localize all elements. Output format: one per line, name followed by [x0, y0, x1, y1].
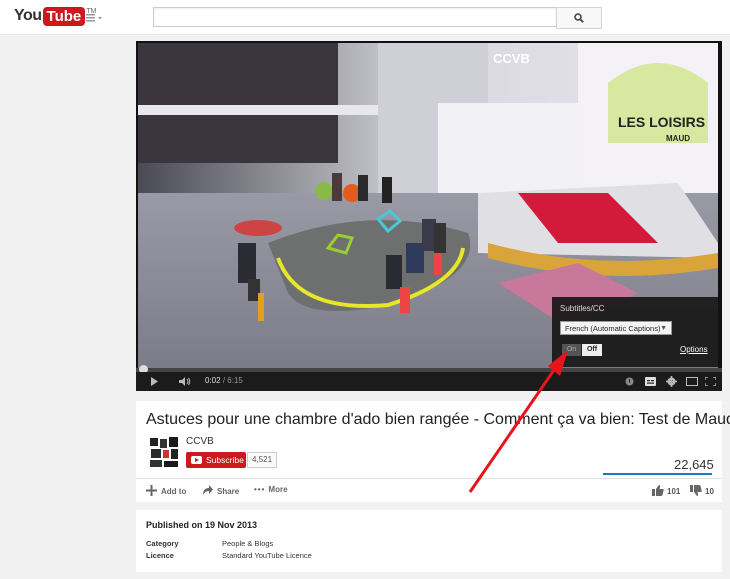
- licence-label: Licence: [146, 551, 174, 560]
- category-value[interactable]: People & Blogs: [222, 539, 273, 548]
- like-button[interactable]: 101: [652, 485, 680, 496]
- share-button[interactable]: Share: [202, 485, 239, 496]
- subscriber-count: 4,521: [247, 452, 278, 468]
- dislike-count: 10: [705, 487, 714, 496]
- subscribe-button[interactable]: Subscribe: [186, 452, 246, 468]
- youtube-logo[interactable]: You Tube TM: [14, 6, 96, 26]
- like-count: 101: [667, 487, 681, 496]
- logo-you-text: You: [14, 7, 42, 24]
- dislike-button[interactable]: 10: [690, 485, 714, 496]
- player-control-bar: 0:02 / 6:15: [136, 372, 722, 391]
- masthead: You Tube TM: [0, 0, 730, 35]
- publish-date: Published on 19 Nov 2013: [146, 520, 258, 530]
- volume-icon[interactable]: [179, 377, 191, 386]
- chevron-down-icon: ▼: [660, 325, 667, 332]
- category-label: Category: [146, 539, 179, 548]
- channel-avatar[interactable]: [148, 435, 180, 469]
- fullscreen-icon[interactable]: [705, 377, 716, 386]
- time-display: 0:02 / 6:15: [205, 376, 243, 385]
- search-input[interactable]: [153, 7, 557, 27]
- add-to-label: Add to: [161, 487, 187, 496]
- subtitles-menu: Subtitles/CC French (Automatic Captions)…: [552, 297, 718, 367]
- video-sign-line1: LES LOISIRS: [618, 114, 705, 130]
- caption-language-select[interactable]: French (Automatic Captions) ▼: [560, 321, 672, 335]
- divider: [136, 478, 722, 479]
- captions-icon[interactable]: [645, 377, 656, 386]
- subscribe-label: Subscribe: [206, 455, 244, 465]
- youtube-play-icon: [191, 456, 202, 464]
- time-duration: 6:15: [227, 376, 243, 385]
- annotations-icon[interactable]: [625, 377, 634, 386]
- video-title: Astuces pour une chambre d'ado bien rang…: [146, 411, 730, 428]
- add-to-button[interactable]: Add to: [146, 485, 186, 496]
- logo-tube-text: Tube: [42, 6, 86, 26]
- captions-on-button[interactable]: On: [562, 344, 581, 356]
- settings-gear-icon[interactable]: [666, 376, 677, 387]
- channel-name-link[interactable]: CCVB: [186, 436, 214, 447]
- theater-mode-icon[interactable]: [686, 377, 698, 386]
- captions-off-button[interactable]: Off: [582, 344, 602, 356]
- more-dots-icon: •••: [254, 485, 266, 494]
- guide-menu-icon[interactable]: [86, 12, 104, 24]
- more-label: More: [268, 485, 288, 494]
- play-icon[interactable]: [150, 377, 159, 386]
- search-icon: [574, 13, 584, 23]
- share-label: Share: [217, 487, 240, 496]
- thumbs-down-icon: [690, 485, 702, 496]
- licence-value: Standard YouTube Licence: [222, 551, 312, 560]
- thumbs-up-icon: [652, 485, 664, 496]
- subtitles-menu-title: Subtitles/CC: [560, 304, 605, 313]
- like-ratio-bar: [603, 473, 712, 475]
- caption-language-value: French (Automatic Captions): [565, 324, 661, 333]
- description-card: Published on 19 Nov 2013 Category People…: [136, 510, 722, 572]
- time-current: 0:02: [205, 376, 221, 385]
- search-button[interactable]: [556, 7, 602, 29]
- video-overlay-text: CCVB: [493, 51, 530, 66]
- share-icon: [203, 485, 213, 495]
- plus-icon: [146, 485, 157, 496]
- video-info-card: Astuces pour une chambre d'ado bien rang…: [136, 401, 730, 502]
- view-count: 22,645: [674, 457, 714, 472]
- video-sign-line2: MAUD: [666, 134, 690, 143]
- captions-options-link[interactable]: Options: [680, 345, 708, 354]
- more-button[interactable]: ••• More: [254, 485, 288, 494]
